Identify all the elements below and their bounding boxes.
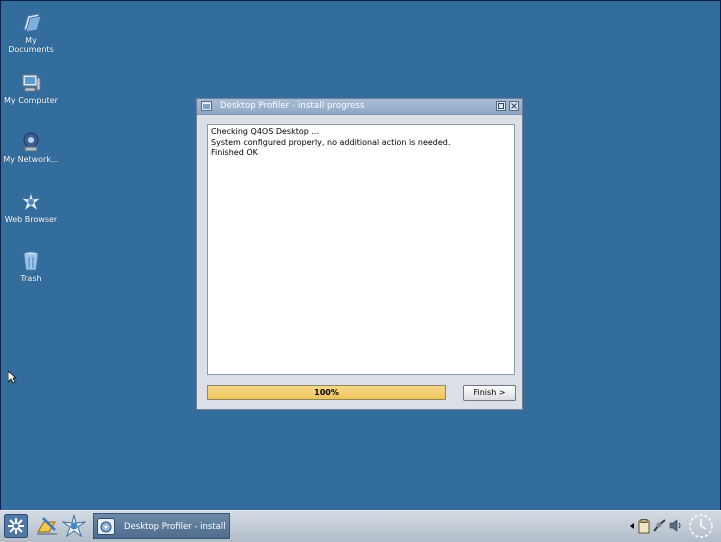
taskbar: Desktop Profiler - install pr [0,510,721,542]
desktop-icon-my-documents[interactable]: My Documents [2,12,60,54]
desktop-icon-web-browser[interactable]: Web Browser [2,191,60,224]
clipboard-icon[interactable] [638,519,650,534]
window-titlebar[interactable]: Desktop Profiler - install progress [197,99,522,115]
desktop-icon-label: Trash [20,274,42,283]
task-label: Desktop Profiler - install pr [124,522,230,532]
network-status-icon[interactable] [653,519,666,532]
network-icon [23,132,39,152]
maximize-button[interactable] [496,101,506,111]
progress-bar: 100% [207,385,446,400]
desktop-profiler-icon [97,518,115,535]
desktop-icon-my-computer[interactable]: My Computer [2,72,60,105]
desktop-icon-label: My Computer [4,96,58,105]
documents-icon [23,13,42,33]
clock-icon[interactable] [688,513,714,539]
desktop-icon-label: My Documents [8,36,54,54]
close-button[interactable] [509,101,519,111]
taskbar-task-desktop-profiler[interactable]: Desktop Profiler - install pr [93,513,230,539]
computer-icon [22,74,41,92]
window-title: Desktop Profiler - install progress [220,101,365,111]
desktop-icon-my-network[interactable]: My Network... [2,131,60,164]
log-line: Finished OK [211,148,258,157]
desktop-icon-trash[interactable]: Trash [2,250,60,283]
install-progress-window: Desktop Profiler - install progress Chec… [196,98,523,410]
web-browser-launcher-icon[interactable] [62,514,86,538]
trash-icon [23,251,39,271]
tray-expand-arrow-icon[interactable] [630,523,635,529]
maximize-icon [498,103,504,109]
volume-icon[interactable] [669,519,682,532]
mouse-cursor-icon [8,371,17,384]
log-line: System configured properly, no additiona… [211,137,451,147]
progress-label: 100% [314,388,339,397]
desktop-icon-label: Web Browser [4,215,58,224]
log-line: Checking Q4OS Desktop ... [211,127,319,136]
system-tray [626,511,721,542]
app-window-icon [201,101,212,111]
finish-button[interactable]: Finish > [463,385,516,401]
close-icon [511,103,517,109]
desktop-profiler-launcher-icon[interactable] [35,514,59,538]
install-log[interactable]: Checking Q4OS Desktop ... System configu… [207,124,515,375]
start-menu-icon[interactable] [4,514,28,538]
desktop-icon-label: My Network... [3,155,59,164]
browser-icon [20,191,42,213]
